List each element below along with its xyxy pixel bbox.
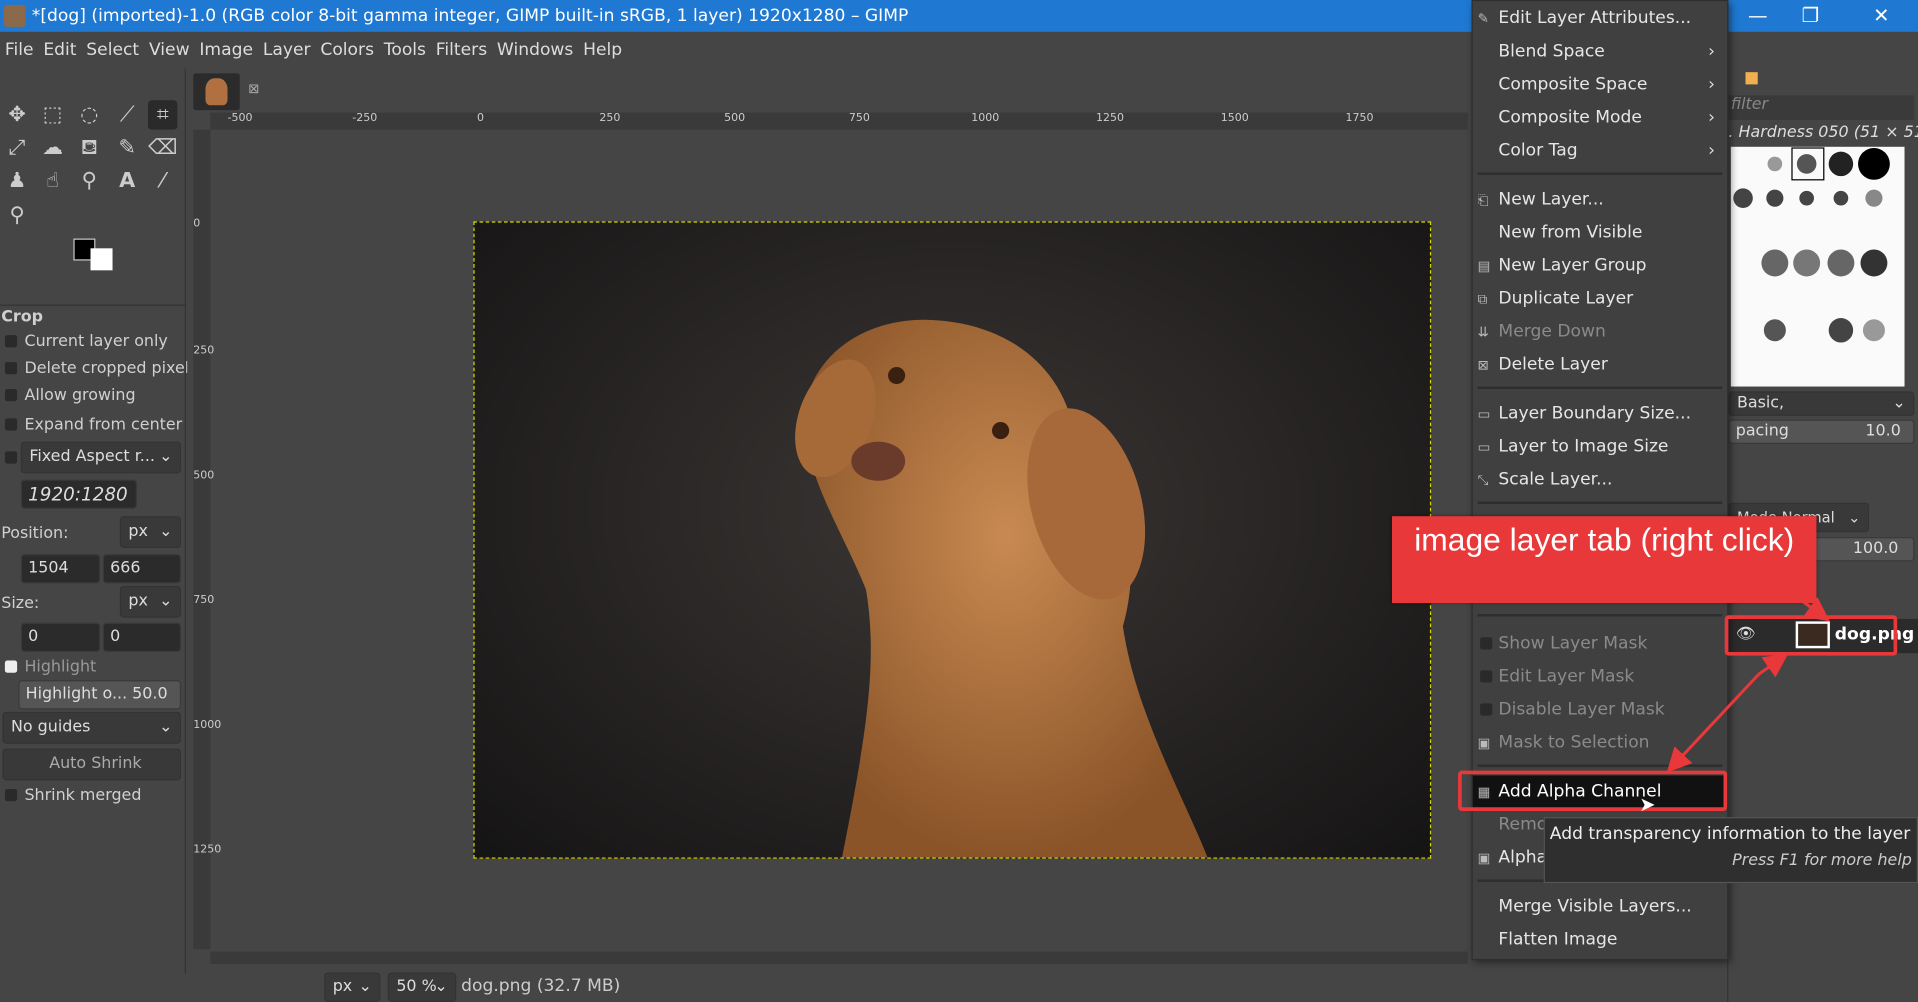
tooltip-text: Add transparency information to the laye…	[1549, 824, 1911, 845]
arrow-to-layer	[1787, 589, 1830, 622]
arrow-to-layer-row	[1758, 653, 1789, 678]
tooltip-help: Press F1 for more help	[1732, 851, 1912, 870]
tooltip: Add transparency information to the laye…	[1543, 817, 1918, 884]
arrow-to-menu-item	[1666, 672, 1761, 773]
